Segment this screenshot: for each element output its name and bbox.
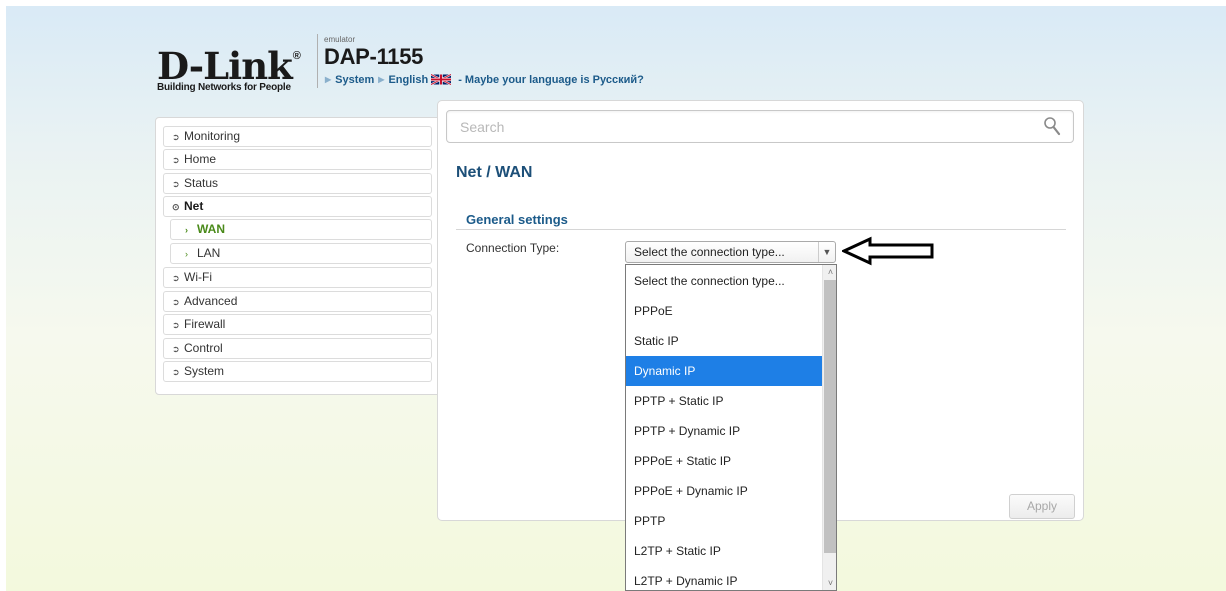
- circle-arrow-right-icon: ➲: [172, 297, 180, 307]
- apply-button[interactable]: Apply: [1009, 494, 1075, 519]
- triangle-right-icon: ▶: [325, 75, 332, 84]
- connection-type-dropdown: Select the connection type... PPPoE Stat…: [625, 264, 837, 591]
- sidebar-item-status[interactable]: ➲ Status: [163, 173, 432, 194]
- sidebar-item-firewall[interactable]: ➲ Firewall: [163, 314, 432, 335]
- option-l2tp-static-ip[interactable]: L2TP + Static IP: [626, 536, 822, 566]
- sidebar-item-system[interactable]: ➲ System: [163, 361, 432, 382]
- language-suggestion-link[interactable]: - Maybe your language is Русский?: [458, 74, 644, 86]
- option-dynamic-ip[interactable]: Dynamic IP: [626, 356, 822, 386]
- triangle-right-icon: ▶: [378, 75, 385, 84]
- circle-arrow-right-icon: ➲: [172, 179, 180, 189]
- option-pppoe-static-ip[interactable]: PPPoE + Static IP: [626, 446, 822, 476]
- connection-type-select[interactable]: Select the connection type... ▼: [625, 241, 836, 263]
- circle-arrow-right-icon: ➲: [172, 132, 180, 142]
- sidebar-item-advanced[interactable]: ➲ Advanced: [163, 291, 432, 312]
- chevron-down-icon[interactable]: ˅: [823, 576, 836, 590]
- uk-flag-icon: [431, 73, 452, 86]
- emulator-label: emulator: [324, 35, 356, 44]
- dlink-logo: D-Link® Building Networks for People: [157, 38, 315, 94]
- search-input[interactable]: Search: [446, 110, 1074, 143]
- option-static-ip[interactable]: Static IP: [626, 326, 822, 356]
- sidebar-item-wifi[interactable]: ➲ Wi-Fi: [163, 267, 432, 288]
- header-divider: [317, 34, 318, 88]
- pointing-arrow-icon: [842, 236, 934, 266]
- option-pppoe-dynamic-ip[interactable]: PPPoE + Dynamic IP: [626, 476, 822, 506]
- breadcrumb-system[interactable]: System: [335, 74, 374, 86]
- sidebar: ➲ Monitoring ➲ Home ➲ Status ⊙ Net › WAN › LAN…: [155, 117, 442, 395]
- sidebar-item-net[interactable]: ⊙ Net: [163, 196, 432, 217]
- circle-arrow-right-icon: ➲: [172, 155, 180, 165]
- page-title: Net / WAN: [456, 164, 533, 181]
- chevron-right-icon: ›: [185, 249, 188, 259]
- sidebar-item-monitoring[interactable]: ➲ Monitoring: [163, 126, 432, 147]
- search-icon[interactable]: [1043, 116, 1061, 136]
- chevron-right-icon: ›: [185, 225, 188, 235]
- sidebar-item-wan[interactable]: › WAN: [170, 219, 432, 240]
- connection-type-label: Connection Type:: [466, 241, 560, 255]
- option-pppoe[interactable]: PPPoE: [626, 296, 822, 326]
- section-divider: [456, 229, 1066, 230]
- sidebar-item-control[interactable]: ➲ Control: [163, 338, 432, 359]
- circle-arrow-right-icon: ➲: [172, 273, 180, 283]
- breadcrumb-language[interactable]: English: [388, 74, 428, 86]
- option-pptp[interactable]: PPTP: [626, 506, 822, 536]
- chevron-up-icon[interactable]: ˄: [823, 265, 836, 279]
- breadcrumb: ▶ System ▶ English - Maybe your language…: [325, 73, 644, 86]
- circle-arrow-right-icon: ➲: [172, 344, 180, 354]
- circle-arrow-down-icon: ⊙: [172, 202, 180, 212]
- chevron-down-icon: ▼: [818, 242, 835, 262]
- option-pptp-dynamic-ip[interactable]: PPTP + Dynamic IP: [626, 416, 822, 446]
- circle-arrow-right-icon: ➲: [172, 320, 180, 330]
- sidebar-item-home[interactable]: ➲ Home: [163, 149, 432, 170]
- option-select-connection-type[interactable]: Select the connection type...: [626, 266, 822, 296]
- circle-arrow-right-icon: ➲: [172, 367, 180, 377]
- scrollbar-thumb[interactable]: [824, 280, 836, 553]
- option-pptp-static-ip[interactable]: PPTP + Static IP: [626, 386, 822, 416]
- option-l2tp-dynamic-ip[interactable]: L2TP + Dynamic IP: [626, 566, 822, 590]
- model-name: DAP-1155: [324, 44, 424, 69]
- dropdown-scrollbar[interactable]: ˄ ˅: [822, 265, 836, 590]
- sidebar-item-lan[interactable]: › LAN: [170, 243, 432, 264]
- section-title: General settings: [466, 212, 568, 227]
